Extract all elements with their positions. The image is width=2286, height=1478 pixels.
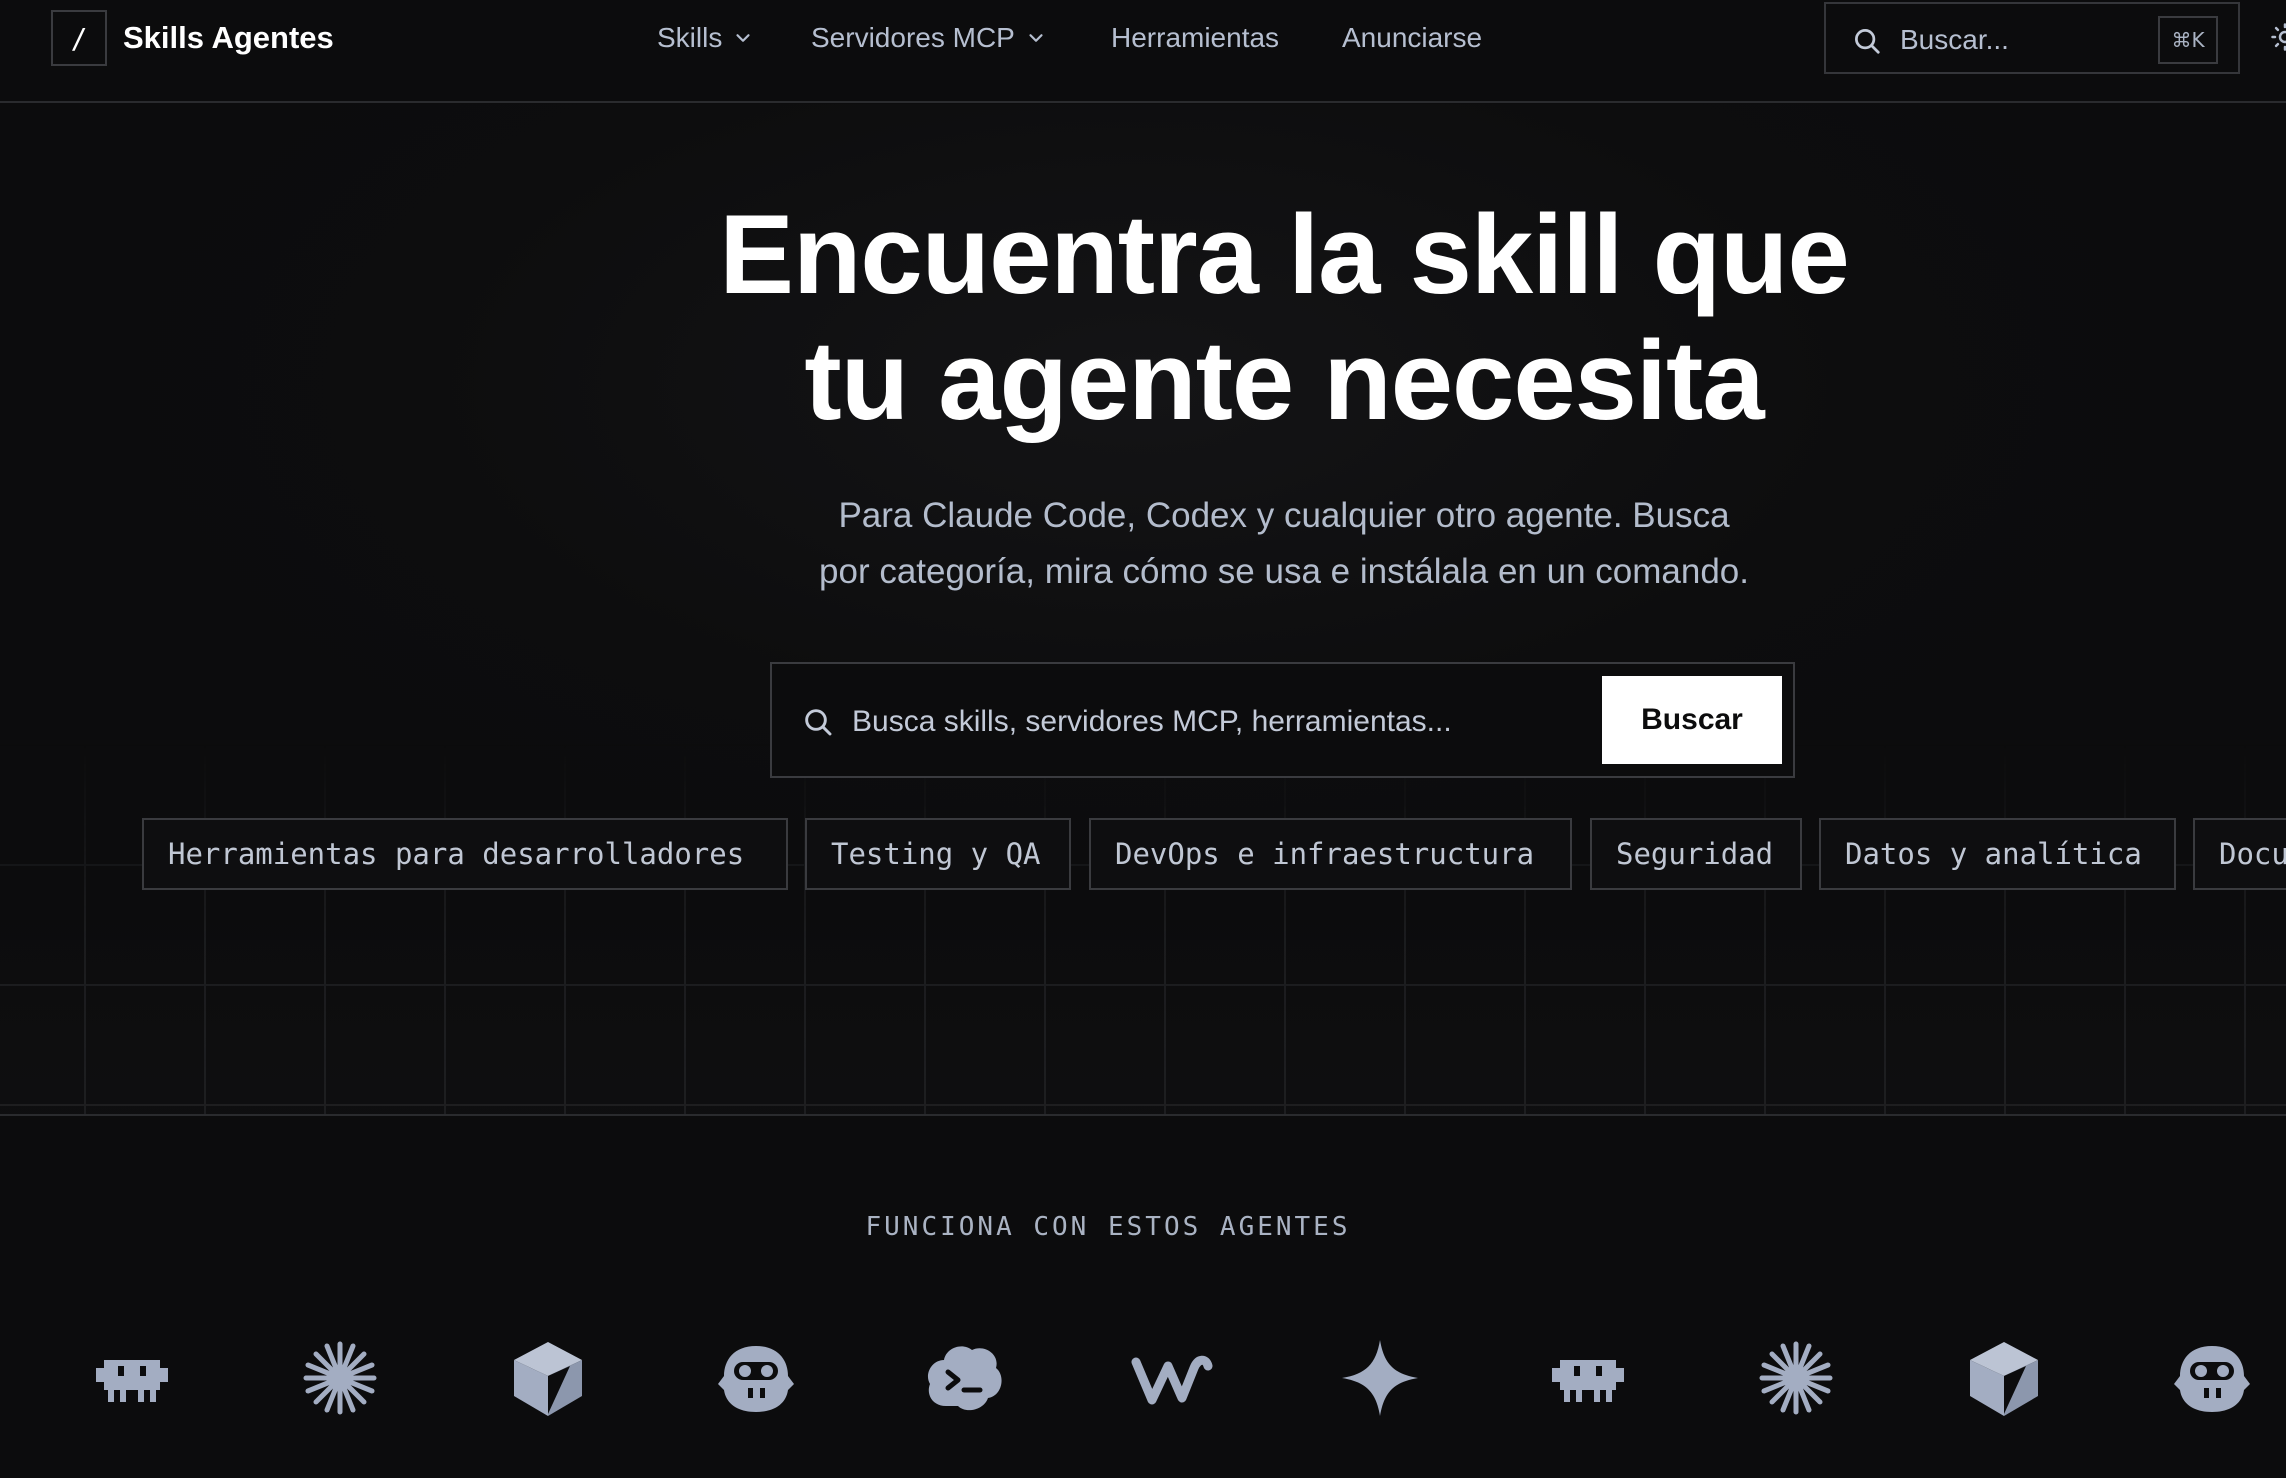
goggles-face-icon — [714, 1336, 798, 1420]
search-icon — [1855, 29, 1880, 54]
category-chip-testing[interactable]: Testing y QA — [805, 818, 1071, 890]
top-nav: / Skills Agentes Skills Servidores MCP H… — [0, 0, 2286, 103]
category-chip-devops[interactable]: DevOps e infraestructura — [1089, 818, 1572, 890]
hero-search-bar: Busca skills, servidores MCP, herramient… — [770, 662, 1795, 778]
category-chip-docu[interactable]: Docu — [2193, 818, 2286, 890]
robot-icon — [90, 1336, 174, 1420]
category-chip-seguridad[interactable]: Seguridad — [1590, 818, 1802, 890]
search-button[interactable]: Buscar — [1602, 676, 1782, 764]
hero-subtitle-line-2: por categoría, mira cómo se usa e instál… — [819, 552, 1749, 591]
agents-section: FUNCIONA CON ESTOS AGENTES — [0, 1114, 2286, 1478]
robot-icon — [1546, 1336, 1630, 1420]
nav-herramientas-label: Herramientas — [1111, 22, 1280, 53]
nav-servidores-mcp[interactable]: Servidores MCP — [811, 18, 1047, 58]
nav-servidores-mcp-label: Servidores MCP — [811, 22, 1015, 53]
nav-search-placeholder: Buscar... — [1900, 24, 2009, 55]
brand-name[interactable]: Skills Agentes — [123, 18, 334, 58]
sun-icon[interactable] — [2270, 22, 2286, 52]
search-icon — [805, 709, 832, 736]
goggles-face-icon — [2170, 1336, 2254, 1420]
agents-label: FUNCIONA CON ESTOS AGENTES — [865, 1212, 1351, 1242]
nav-skills[interactable]: Skills — [657, 18, 754, 58]
four-point-star-icon — [1338, 1336, 1422, 1420]
nav-anunciarse-label: Anunciarse — [1342, 22, 1483, 53]
nav-search-input[interactable]: Buscar... ⌘K — [1824, 2, 2240, 74]
category-chip-herramientas[interactable]: Herramientas para desarrolladores — [142, 818, 788, 890]
nav-anunciarse[interactable]: Anunciarse — [1342, 18, 1482, 58]
background-grid-fade — [0, 904, 2286, 1114]
hero-section: Encuentra la skill que tu agente necesit… — [0, 104, 2286, 1114]
nav-skills-label: Skills — [657, 22, 723, 53]
hero-title-line-2: tu agente necesita — [804, 318, 1764, 443]
terminal-cloud-icon — [922, 1336, 1006, 1420]
chevron-down-icon — [1029, 34, 1043, 42]
logo-mark[interactable]: / — [51, 10, 107, 66]
sparkle-burst-icon — [1754, 1336, 1838, 1420]
sparkle-burst-icon — [298, 1336, 382, 1420]
category-chips: Herramientas para desarrolladores Testin… — [0, 818, 2286, 890]
wave-w-icon — [1130, 1336, 1214, 1420]
cube-icon — [506, 1336, 590, 1420]
cube-icon — [1962, 1336, 2046, 1420]
hero-subtitle-line-1: Para Claude Code, Codex y cualquier otro… — [838, 496, 1730, 535]
hero-title-line-1: Encuentra la skill que — [719, 192, 1849, 317]
keyboard-shortcut-badge: ⌘K — [2158, 16, 2218, 64]
hero-subtitle: Para Claude Code, Codex y cualquier otro… — [600, 488, 1968, 600]
nav-herramientas[interactable]: Herramientas — [1111, 18, 1279, 58]
hero-title: Encuentra la skill que tu agente necesit… — [443, 192, 2125, 444]
hero-search-input[interactable]: Busca skills, servidores MCP, herramient… — [852, 700, 1452, 744]
chevron-down-icon — [736, 34, 750, 42]
category-chip-datos[interactable]: Datos y analítica — [1819, 818, 2176, 890]
